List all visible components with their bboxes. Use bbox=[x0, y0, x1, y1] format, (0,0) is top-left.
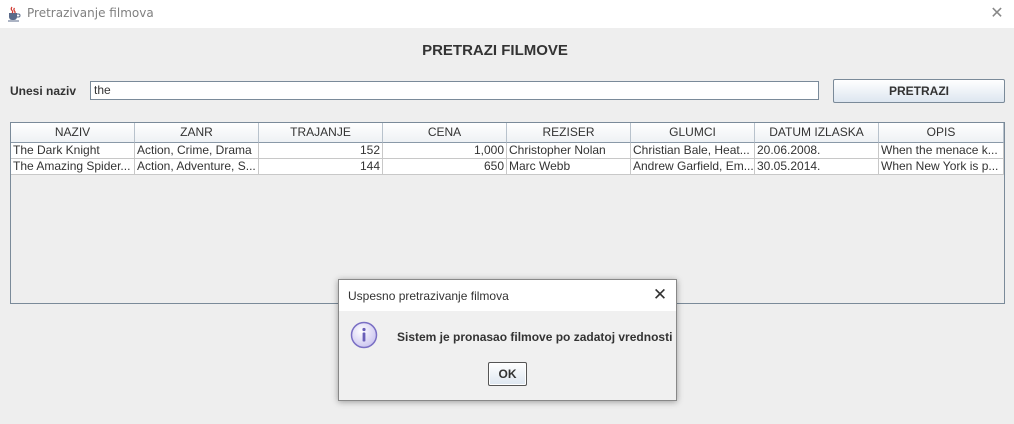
cell-trajanje[interactable]: 144 bbox=[259, 159, 383, 175]
ok-button-label: OK bbox=[498, 367, 517, 381]
cell-naziv[interactable]: The Amazing Spider... bbox=[11, 159, 135, 175]
dialog-close-icon[interactable]: ✕ bbox=[644, 280, 676, 311]
results-table: NAZIV ZANR TRAJANJE CENA REZISER GLUMCI … bbox=[10, 122, 1005, 304]
cell-cena[interactable]: 650 bbox=[383, 159, 507, 175]
column-header-reziser[interactable]: REZISER bbox=[507, 123, 631, 143]
column-header-naziv[interactable]: NAZIV bbox=[11, 123, 135, 143]
window-title: Pretrazivanje filmova bbox=[27, 6, 154, 20]
message-dialog: Uspesno pretrazivanje filmova ✕ Sistem j… bbox=[338, 279, 677, 401]
search-button[interactable]: PRETRAZI bbox=[833, 79, 1005, 103]
search-input[interactable]: the bbox=[90, 81, 819, 100]
column-header-cena[interactable]: CENA bbox=[383, 123, 507, 143]
cell-naziv[interactable]: The Dark Knight bbox=[11, 143, 135, 159]
cell-opis[interactable]: When New York is p... bbox=[879, 159, 1004, 175]
ok-button[interactable]: OK bbox=[488, 362, 527, 386]
column-header-opis[interactable]: OPIS bbox=[879, 123, 1004, 143]
dialog-titlebar[interactable]: Uspesno pretrazivanje filmova ✕ bbox=[339, 280, 676, 311]
dialog-title: Uspesno pretrazivanje filmova bbox=[348, 289, 509, 303]
cell-trajanje[interactable]: 152 bbox=[259, 143, 383, 159]
cell-reziser[interactable]: Marc Webb bbox=[507, 159, 631, 175]
cell-glumci[interactable]: Christian Bale, Heat... bbox=[631, 143, 755, 159]
cell-opis[interactable]: When the menace k... bbox=[879, 143, 1004, 159]
column-header-zanr[interactable]: ZANR bbox=[135, 123, 259, 143]
cell-datum-izlaska[interactable]: 30.05.2014. bbox=[755, 159, 879, 175]
cell-cena[interactable]: 1,000 bbox=[383, 143, 507, 159]
info-icon bbox=[350, 321, 378, 349]
window-close-icon[interactable]: ✕ bbox=[980, 0, 1014, 28]
column-header-datum-izlaska[interactable]: DATUM IZLASKA bbox=[755, 123, 879, 143]
page-title: PRETRAZI FILMOVE bbox=[422, 42, 568, 59]
cell-glumci[interactable]: Andrew Garfield, Em... bbox=[631, 159, 755, 175]
dialog-message: Sistem je pronasao filmove po zadatoj vr… bbox=[397, 330, 673, 344]
column-header-trajanje[interactable]: TRAJANJE bbox=[259, 123, 383, 143]
cell-zanr[interactable]: Action, Crime, Drama bbox=[135, 143, 259, 159]
cell-datum-izlaska[interactable]: 20.06.2008. bbox=[755, 143, 879, 159]
column-header-glumci[interactable]: GLUMCI bbox=[631, 123, 755, 143]
window-titlebar[interactable]: Pretrazivanje filmova ✕ bbox=[0, 0, 1014, 28]
cell-zanr[interactable]: Action, Adventure, S... bbox=[135, 159, 259, 175]
search-label: Unesi naziv bbox=[10, 84, 77, 98]
cell-reziser[interactable]: Christopher Nolan bbox=[507, 143, 631, 159]
java-coffee-cup-icon bbox=[8, 6, 21, 22]
